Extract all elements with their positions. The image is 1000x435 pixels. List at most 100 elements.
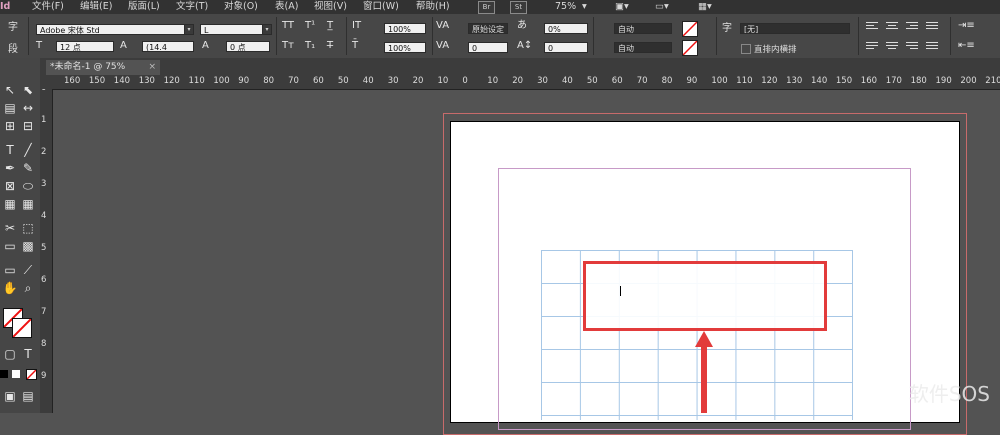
pen-tool-icon[interactable]: ✒ xyxy=(2,160,18,176)
menu-type[interactable]: 文字(T) xyxy=(176,0,208,14)
leading-field[interactable]: (14.4 xyxy=(142,41,194,52)
fill-swatch-none-icon[interactable] xyxy=(682,21,698,37)
align-center-button[interactable] xyxy=(886,22,898,32)
type-tool-icon[interactable]: T xyxy=(2,142,18,158)
ruler-tick-label: 170 xyxy=(885,76,902,86)
normal-view-icon[interactable]: ▣ xyxy=(2,388,18,404)
align-justify-button[interactable] xyxy=(926,22,938,32)
formatting-text-icon[interactable]: T xyxy=(20,346,36,362)
annotation-arrow-icon xyxy=(695,331,713,413)
gradient-swatch-tool-icon[interactable]: ▭ xyxy=(2,238,18,254)
rectangle-frame-tool-icon[interactable]: ⊠ xyxy=(2,178,18,194)
note-tool-icon[interactable]: ▭ xyxy=(2,262,18,278)
underline-icon[interactable]: T̲ xyxy=(327,20,333,32)
stroke-swatch-none-icon[interactable] xyxy=(682,40,698,56)
close-tab-icon[interactable]: × xyxy=(148,60,156,75)
aki-left-field[interactable]: 自动 xyxy=(614,23,672,34)
eyedropper-tool-icon[interactable]: ⟋ xyxy=(20,262,36,278)
grid-tool-icon[interactable]: ▦ xyxy=(20,196,36,212)
scissors-tool-icon[interactable]: ✂ xyxy=(2,220,18,236)
justify-left-button[interactable] xyxy=(866,42,878,52)
stroke-color-icon[interactable] xyxy=(12,318,32,338)
zoom-dropdown-icon[interactable]: ▾ xyxy=(582,0,587,14)
free-transform-tool-icon[interactable]: ⬚ xyxy=(20,220,36,236)
bridge-button[interactable]: Br xyxy=(478,1,495,14)
ruler-tick-label: 6 xyxy=(41,275,47,285)
apply-none-icon[interactable] xyxy=(26,369,37,380)
justify-all-button[interactable] xyxy=(926,42,938,52)
justify-center-button[interactable] xyxy=(886,42,898,52)
ruler-tick-label: 0 xyxy=(462,76,468,86)
stock-button[interactable]: St xyxy=(510,1,527,14)
ruler-tick-label: 90 xyxy=(686,76,698,86)
apply-color-icon[interactable] xyxy=(0,370,8,378)
menu-help[interactable]: 帮助(H) xyxy=(416,0,450,14)
formatting-container-icon[interactable]: ▢ xyxy=(2,346,18,362)
ruler-tick-label: 100 xyxy=(213,76,230,86)
paragraph-mode-button[interactable]: 段 xyxy=(8,40,18,55)
subscript-icon[interactable]: T₁ xyxy=(305,40,315,52)
gradient-feather-tool-icon[interactable]: ▩ xyxy=(20,238,36,254)
table-tool-icon[interactable]: ▦ xyxy=(2,196,18,212)
menu-edit[interactable]: 编辑(E) xyxy=(80,0,112,14)
font-family-dropdown-icon[interactable]: ▾ xyxy=(184,24,194,35)
document-tab[interactable]: *未命名-1 @ 75% × xyxy=(46,60,160,75)
grid-alignment-field[interactable]: [无] xyxy=(740,23,850,34)
menu-table[interactable]: 表(A) xyxy=(275,0,298,14)
highlighted-text-frame[interactable] xyxy=(583,261,827,331)
selection-tool-icon[interactable]: ↖ xyxy=(2,82,18,98)
preview-mode-icon[interactable]: ▤ xyxy=(20,388,36,404)
pencil-tool-icon[interactable]: ✎ xyxy=(20,160,36,176)
ruler-tick-label: 70 xyxy=(636,76,648,86)
menu-file[interactable]: 文件(F) xyxy=(32,0,64,14)
screen-mode-icon[interactable]: ▭▾ xyxy=(655,0,669,14)
ruler-tick-label: 9 xyxy=(41,371,47,381)
first-line-indent-icon[interactable]: ⇤≡ xyxy=(958,40,975,52)
horizontal-scale-field[interactable]: 100% xyxy=(384,42,426,53)
font-style-field[interactable]: L xyxy=(200,24,270,35)
all-caps-icon[interactable]: TT xyxy=(282,20,294,32)
hand-tool-icon[interactable]: ✋ xyxy=(2,280,18,296)
ruler-tick-label: 110 xyxy=(736,76,753,86)
small-caps-icon[interactable]: Tт xyxy=(282,40,294,52)
left-indent-icon[interactable]: ⇥≡ xyxy=(958,20,975,32)
vertical-in-horizontal-checkbox[interactable] xyxy=(741,44,751,54)
align-right-button[interactable] xyxy=(906,22,918,32)
justify-right-button[interactable] xyxy=(906,42,918,52)
strikethrough-icon[interactable]: T̶ xyxy=(327,40,333,52)
font-size-field[interactable]: 12 点 xyxy=(56,41,114,52)
content-collector-icon[interactable]: ⊞ xyxy=(2,118,18,134)
ruler-origin[interactable] xyxy=(40,75,52,89)
vertical-ruler[interactable]: 0 1 2 3 4 5 6 7 8 9 xyxy=(40,89,53,413)
page-tool-icon[interactable]: ▤ xyxy=(2,100,18,116)
menu-object[interactable]: 对象(O) xyxy=(224,0,258,14)
vertical-scale-field[interactable]: 100% xyxy=(384,23,426,34)
menu-window[interactable]: 窗口(W) xyxy=(363,0,399,14)
font-style-dropdown-icon[interactable]: ▾ xyxy=(262,24,272,35)
baseline-field[interactable]: 0 xyxy=(544,42,588,53)
gap-tool-icon[interactable]: ↔ xyxy=(20,100,36,116)
ruler-tick-label: 110 xyxy=(188,76,205,86)
arrange-docs-icon[interactable]: ▦▾ xyxy=(698,0,712,14)
menu-view[interactable]: 视图(V) xyxy=(314,0,347,14)
zoom-level[interactable]: 75% xyxy=(555,0,576,14)
character-mode-button[interactable]: 字 xyxy=(8,18,18,33)
content-placer-icon[interactable]: ⊟ xyxy=(20,118,36,134)
superscript-icon[interactable]: T¹ xyxy=(305,20,315,32)
ruler-tick-label: 190 xyxy=(935,76,952,86)
tracking-field[interactable]: 原始设定 xyxy=(468,23,508,34)
zoom-tool-icon[interactable]: ⌕ xyxy=(20,280,36,296)
tsume-field[interactable]: 0% xyxy=(544,23,588,34)
direct-selection-tool-icon[interactable]: ⬉ xyxy=(20,82,36,98)
line-tool-icon[interactable]: ╱ xyxy=(20,142,36,158)
apply-gradient-icon[interactable] xyxy=(12,370,20,378)
tracking2-field[interactable]: 0 xyxy=(468,42,508,53)
menu-layout[interactable]: 版面(L) xyxy=(128,0,160,14)
font-family-field[interactable]: Adobe 宋体 Std xyxy=(36,24,186,35)
aki-right-field[interactable]: 自动 xyxy=(614,42,672,53)
align-left-button[interactable] xyxy=(866,22,878,32)
horizontal-ruler[interactable]: 160 150 140 130 120 110 100 90 80 70 60 50 40 30 20 10 0… xyxy=(52,75,1000,90)
kerning-field[interactable]: 0 点 xyxy=(226,41,270,52)
ellipse-tool-icon[interactable]: ⬭ xyxy=(20,178,36,194)
view-options-icon[interactable]: ▣▾ xyxy=(615,0,629,14)
